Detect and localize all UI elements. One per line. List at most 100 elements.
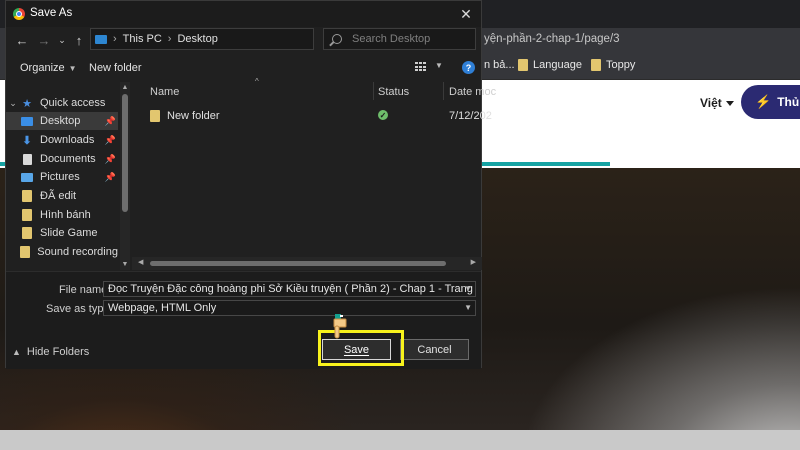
pin-icon[interactable]: 📌 <box>105 172 116 183</box>
document-icon <box>20 153 34 165</box>
breadcrumb-desktop[interactable]: Desktop <box>177 33 217 45</box>
browser-url[interactable]: yện-phần-2-chap-1/page/3 <box>484 33 620 45</box>
language-selector[interactable]: Việt <box>700 96 734 110</box>
bookmark-item[interactable]: n bả... <box>484 59 515 71</box>
back-arrow-icon[interactable]: ← <box>14 31 30 49</box>
column-date-modified[interactable]: Date moc <box>449 86 496 98</box>
nav-item-folder[interactable]: Hình bánh <box>6 206 118 224</box>
nav-label: Downloads <box>40 134 95 146</box>
nav-item-folder[interactable]: ĐÃ edit <box>6 187 118 205</box>
search-box[interactable]: Search Desktop <box>323 28 476 50</box>
column-divider[interactable] <box>373 82 374 100</box>
folder-icon <box>20 190 34 202</box>
nav-label: Quick access <box>40 97 106 109</box>
nav-item-quick-access[interactable]: ⌄ ★ Quick access <box>6 94 118 112</box>
dialog-titlebar[interactable]: Save As ✕ <box>6 1 481 27</box>
scroll-up-icon[interactable]: ▲ <box>121 84 129 91</box>
nav-label: Pictures <box>40 171 80 183</box>
column-name[interactable]: Name <box>150 86 179 98</box>
folder-icon <box>20 227 34 239</box>
caret-down-icon[interactable]: ▼ <box>435 61 443 70</box>
navigation-pane: ⌄ ★ Quick access Desktop 📌 ⬇ Downloads 📌… <box>6 82 130 270</box>
bookmark-toppy[interactable]: Toppy <box>591 59 635 71</box>
bookmark-label: Toppy <box>606 59 636 71</box>
scroll-right-icon[interactable]: ▶ <box>471 258 476 266</box>
file-name: New folder <box>167 110 220 122</box>
bookmark-label: n bả... <box>484 59 515 71</box>
chevron-down-icon <box>725 100 734 106</box>
search-placeholder: Search Desktop <box>352 33 431 45</box>
cta-label: Thủ <box>777 95 800 109</box>
nav-item-desktop[interactable]: Desktop 📌 <box>6 112 118 130</box>
folder-icon <box>20 209 34 221</box>
file-row[interactable]: New folder ✓ 7/12/202 <box>144 107 492 125</box>
hide-folders-label: Hide Folders <box>26 346 90 358</box>
hide-folders-toggle[interactable]: ▲ Hide Folders <box>12 346 89 358</box>
hand-pointer-icon <box>333 314 347 339</box>
chevron-down-icon[interactable]: ⌄ <box>6 98 20 109</box>
forward-arrow-icon[interactable]: → <box>36 31 52 49</box>
bookmark-language[interactable]: Language <box>518 59 582 71</box>
breadcrumb-this-pc[interactable]: This PC <box>123 33 162 45</box>
save-type-select[interactable]: Webpage, HTML Only ▼ <box>103 300 476 316</box>
file-name-cell: New folder <box>150 110 220 122</box>
language-label: Việt <box>700 96 722 110</box>
desktop-icon <box>20 116 34 126</box>
new-folder-label: New folder <box>89 62 142 74</box>
new-folder-button[interactable]: New folder <box>89 62 142 74</box>
scroll-left-icon[interactable]: ◀ <box>138 258 143 266</box>
cancel-label: Cancel <box>417 343 452 356</box>
nav-item-downloads[interactable]: ⬇ Downloads 📌 <box>6 131 118 149</box>
cancel-button[interactable]: Cancel <box>400 339 469 360</box>
scrollbar-thumb[interactable] <box>150 261 446 266</box>
nav-label: Hình bánh <box>40 209 91 221</box>
recent-locations-chevron-icon[interactable]: ⌄ <box>56 31 68 49</box>
lightning-icon: ⚡ <box>755 94 772 109</box>
sync-status-icon: ✓ <box>378 110 388 120</box>
folder-icon <box>150 110 160 122</box>
pc-icon <box>95 34 107 44</box>
chevron-up-icon: ▲ <box>12 347 21 357</box>
up-arrow-icon[interactable]: ↑ <box>72 31 86 49</box>
star-icon: ★ <box>22 97 32 110</box>
column-status[interactable]: Status <box>378 86 409 98</box>
nav-label: ĐÃ edit <box>40 190 77 202</box>
scrollbar-thumb[interactable] <box>122 94 128 212</box>
view-options-icon[interactable] <box>415 62 426 72</box>
caret-down-icon[interactable]: ▼ <box>464 282 472 296</box>
filename-input[interactable]: Đọc Truyện Đặc công hoàng phi Sở Kiều tr… <box>103 281 476 297</box>
chevron-right-icon: › <box>167 33 172 45</box>
dialog-toolbar: Organize ▼ New folder <box>6 57 481 79</box>
nav-label: Sound recording <box>37 246 118 258</box>
pin-icon[interactable]: 📌 <box>105 116 116 127</box>
column-divider[interactable] <box>443 82 444 100</box>
pin-icon[interactable]: 📌 <box>105 135 116 146</box>
filename-value: Đọc Truyện Đặc công hoàng phi Sở Kiều tr… <box>108 283 475 295</box>
nav-item-documents[interactable]: Documents 📌 <box>6 150 118 168</box>
page-footer-strip <box>0 430 800 450</box>
save-type-value: Webpage, HTML Only <box>108 302 217 314</box>
organize-label: Organize <box>20 62 65 74</box>
address-breadcrumb[interactable]: › This PC › Desktop ⌄ ↻ <box>90 28 387 50</box>
scroll-down-icon[interactable]: ▼ <box>121 261 129 268</box>
folder-icon <box>518 59 528 71</box>
nav-item-folder[interactable]: Slide Game <box>6 224 118 242</box>
nav-pane-scrollbar[interactable]: ▲ ▼ <box>120 82 130 270</box>
dialog-title: Save As <box>30 7 73 19</box>
close-icon[interactable]: ✕ <box>455 3 477 25</box>
nav-item-folder[interactable]: Sound recording <box>6 243 118 261</box>
search-icon <box>332 34 342 44</box>
caret-down-icon[interactable]: ▼ <box>464 301 472 315</box>
cta-button[interactable]: ⚡ Thủ <box>741 85 800 119</box>
download-icon: ⬇ <box>22 134 32 147</box>
help-icon[interactable]: ? <box>462 61 475 74</box>
nav-label: Documents <box>40 153 96 165</box>
nav-item-pictures[interactable]: Pictures 📌 <box>6 168 118 186</box>
file-date: 7/12/202 <box>449 110 492 122</box>
file-list-header: Name Status Date moc <box>144 82 496 100</box>
bookmark-label: Language <box>533 59 582 71</box>
nav-label: Slide Game <box>40 227 98 239</box>
organize-button[interactable]: Organize ▼ <box>20 62 77 74</box>
file-list-hscrollbar[interactable]: ◀ ▶ <box>132 257 482 270</box>
pin-icon[interactable]: 📌 <box>105 154 116 165</box>
